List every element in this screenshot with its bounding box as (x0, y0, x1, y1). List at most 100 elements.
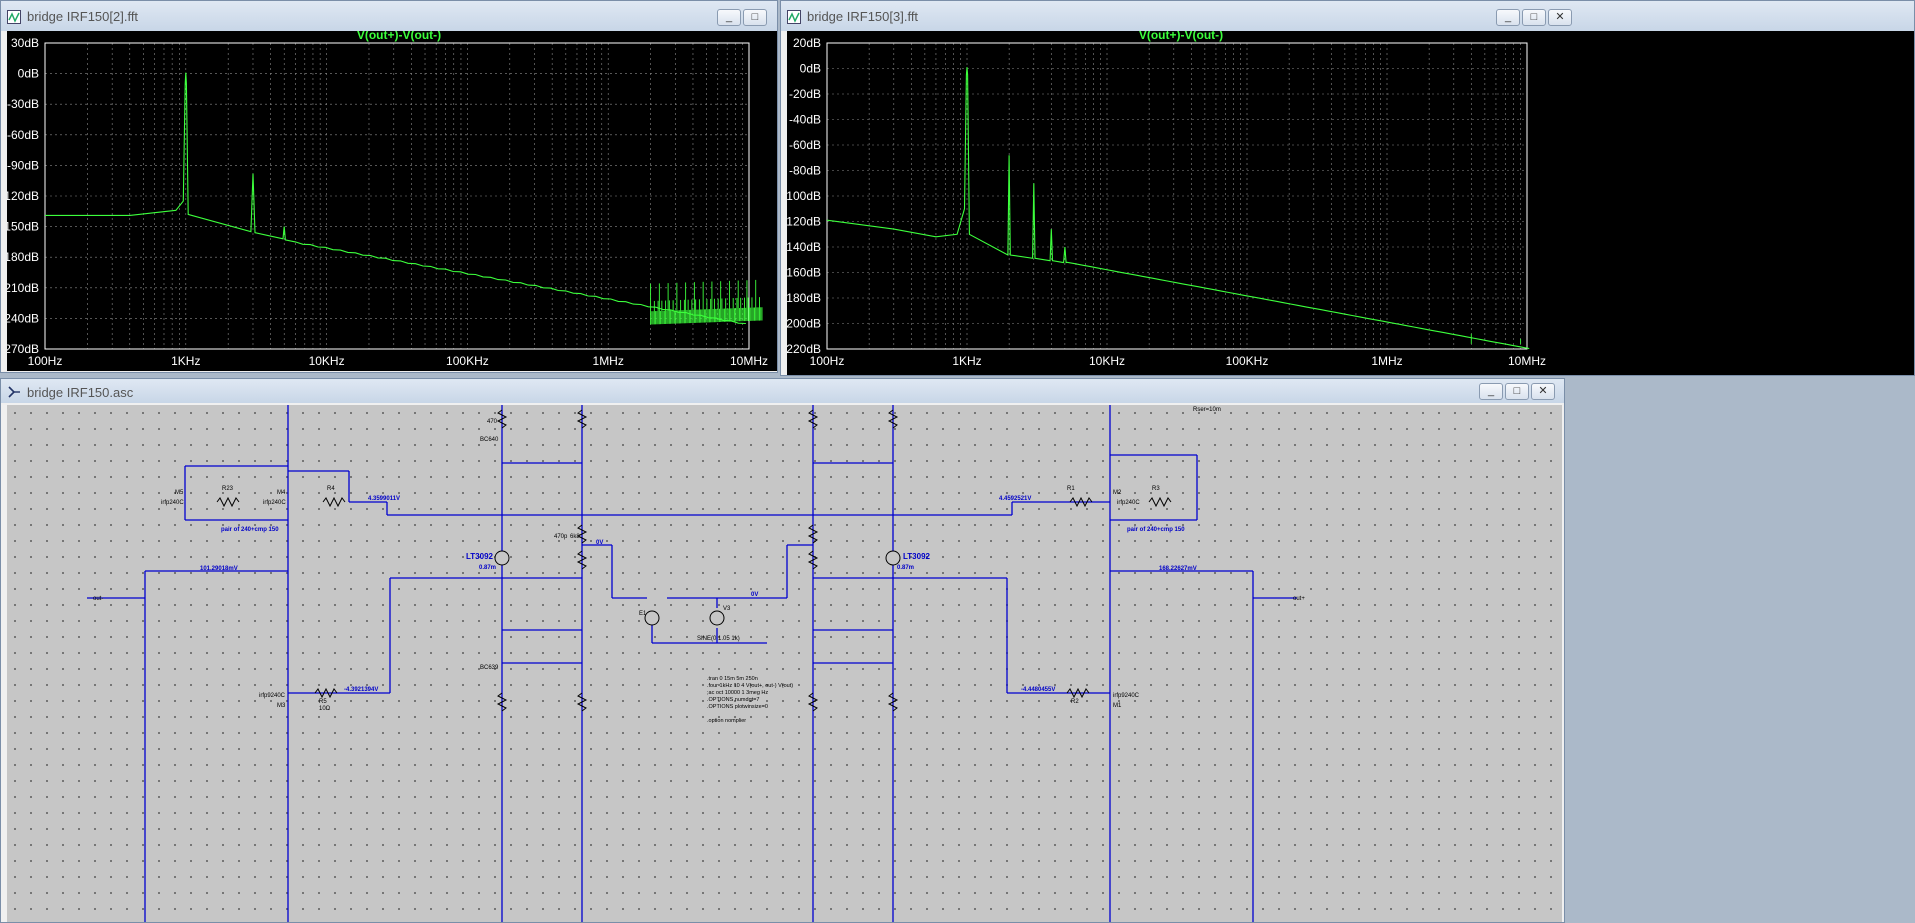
label-c470p: 470p (554, 534, 568, 540)
label-sine: SINE(0 1.05 1k) (697, 636, 740, 642)
trace-label[interactable]: V(out+)-V(out-) (1139, 28, 1223, 42)
waveform-icon (787, 10, 801, 24)
fft-window-1-titlebar[interactable]: bridge IRF150[2].fft _ □ (1, 1, 777, 31)
waveform-icon (7, 10, 21, 24)
y-tick-label: 20dB (793, 36, 821, 50)
label-irfp9240c-2: irfp9240C (1113, 693, 1140, 699)
minimize-button[interactable]: _ (1496, 9, 1520, 26)
trace-label[interactable]: V(out+)-V(out-) (357, 28, 441, 42)
schematic-window-titlebar[interactable]: bridge IRF150.asc _ □ ✕ (1, 379, 1564, 403)
directive-4[interactable]: .OPTIONS numdgt=7 (707, 697, 759, 703)
fft-window-2-titlebar[interactable]: bridge IRF150[3].fft _ □ ✕ (781, 1, 1914, 31)
x-tick-label: 1MHz (593, 354, 624, 368)
pair-label-right: pair of 240+cmp 150 (1127, 527, 1185, 533)
schematic-canvas[interactable]: out- out+ M5 irfp240C M4 irfp240C R23 R4… (7, 405, 1562, 922)
lt3092-right: LT3092 (903, 552, 931, 561)
voltage-left-bot: -4.3921394V (344, 687, 378, 693)
x-tick-label: 1MHz (1371, 354, 1402, 368)
x-tick-label: 1KHz (171, 354, 200, 368)
y-tick-label: -140dB (787, 240, 821, 254)
y-tick-label: -150dB (7, 220, 39, 234)
x-tick-label: 100KHz (1226, 354, 1269, 368)
label-out-minus: out- (93, 596, 103, 602)
x-tick-label: 10KHz (1089, 354, 1125, 368)
voltage-right-mid: 168.22627mV (1159, 566, 1197, 572)
fft-window-1[interactable]: bridge IRF150[2].fft _ □ V(out+)-V(out-)… (0, 0, 778, 373)
y-tick-label: -80dB (789, 164, 821, 178)
y-tick-label: -60dB (7, 128, 39, 142)
y-tick-label: 30dB (11, 36, 39, 50)
label-out-plus: out+ (1293, 596, 1305, 602)
fft-plot-area-2[interactable]: V(out+)-V(out-) 20dB 0dB -20dB -40dB -60dB -8… (782, 28, 1914, 375)
label-irfp240c-1: irfp240C (161, 500, 184, 506)
fft-plot-2: V(out+)-V(out-) 20dB 0dB -20dB -40dB -60dB -8… (782, 28, 1546, 368)
y-tick-label: -180dB (7, 250, 39, 264)
label-m4: M4 (277, 490, 286, 496)
directive-5[interactable]: .OPTIONS plotwinsize=0 (707, 704, 768, 710)
y-tick-label: -120dB (7, 189, 39, 203)
voltage-zero-1: 0V (596, 540, 603, 546)
fft-trace[interactable] (826, 67, 1530, 350)
maximize-button[interactable]: □ (1505, 383, 1529, 400)
fft-plot-1: V(out+)-V(out-) 30dB 0dB -30dB -60dB -90dB -1… (0, 28, 768, 368)
maximize-button[interactable]: □ (1522, 9, 1546, 26)
directive-3[interactable]: ;ac oct 10000 1 3meg Hz (707, 690, 768, 696)
label-e1: E1 (639, 611, 647, 617)
y-tick-label: -240dB (7, 311, 39, 325)
label-irfp240c-3: irfp240C (1117, 500, 1140, 506)
x-tick-label: 100KHz (446, 354, 489, 368)
directive-2[interactable]: .four 1kHz 10 4 V(out+, out-) V(out) (707, 683, 793, 689)
y-tick-label: 0dB (800, 62, 821, 76)
fft-trace[interactable] (45, 72, 746, 325)
y-tick-label: -160dB (787, 266, 821, 280)
label-rser: Rser=10m (1193, 407, 1221, 413)
x-tick-label: 100Hz (28, 354, 63, 368)
y-tick-label: -90dB (7, 158, 39, 172)
y-tick-label: -210dB (7, 281, 39, 295)
voltage-zero-2: 0V (751, 592, 758, 598)
schematic-title: bridge IRF150.asc (27, 385, 134, 400)
label-v3: V3 (723, 606, 731, 612)
voltage-right-bot: -4.4480455V (1021, 687, 1055, 693)
y-tick-label: 0dB (18, 67, 39, 81)
label-r4: R4 (327, 486, 335, 492)
label-bc640: BC640 (480, 437, 499, 443)
label-c6k8: 6k8 (570, 534, 580, 540)
x-tick-label: 100Hz (810, 354, 845, 368)
schematic-drawing: out- out+ M5 irfp240C M4 irfp240C R23 R4… (87, 405, 1305, 922)
label-m1: M1 (1113, 703, 1122, 709)
y-tick-label: -20dB (789, 87, 821, 101)
label-r3: R3 (1152, 486, 1160, 492)
pair-label-left: pair of 240+cmp 150 (221, 527, 279, 533)
close-button[interactable]: ✕ (1548, 9, 1572, 26)
voltage-right-top: 4.4592521V (999, 496, 1031, 502)
directive-7[interactable]: .option nomplier (707, 718, 746, 724)
y-tick-label: -40dB (789, 113, 821, 127)
fft-window-2-title: bridge IRF150[3].fft (807, 9, 919, 24)
fft-plot-area-1[interactable]: V(out+)-V(out-) 30dB 0dB -30dB -60dB -90dB -1… (0, 28, 777, 371)
y-tick-label: -200dB (787, 317, 821, 331)
i-right: 0.87m (897, 565, 914, 571)
directive-1[interactable]: .tran 0 15m 5m 250n (707, 676, 758, 682)
label-irfp9240c-1: irfp9240C (259, 693, 286, 699)
label-r470: 470 (487, 419, 498, 425)
close-button[interactable]: ✕ (1531, 383, 1555, 400)
x-tick-label: 1KHz (952, 354, 981, 368)
label-m5: M5 (175, 490, 184, 496)
schematic-icon (8, 386, 20, 398)
label-r5: R5 (319, 699, 327, 705)
schematic-window[interactable]: bridge IRF150.asc _ □ ✕ out- out+ M5 irf… (0, 378, 1565, 923)
maximize-button[interactable]: □ (743, 9, 767, 26)
x-tick-label: 10KHz (309, 354, 345, 368)
voltage-left-mid: 101.29018mV (200, 566, 238, 572)
label-bc639: BC639 (480, 665, 499, 671)
x-tick-label: 10MHz (1508, 354, 1546, 368)
label-r2: R2 (1071, 699, 1079, 705)
y-tick-label: -60dB (789, 138, 821, 152)
fft-window-2[interactable]: bridge IRF150[3].fft _ □ ✕ V(out+)-V(out… (780, 0, 1915, 376)
x-tick-label: 10MHz (730, 354, 768, 368)
minimize-button[interactable]: _ (717, 9, 741, 26)
y-tick-label: -100dB (787, 189, 821, 203)
i-left: 0.87m (479, 565, 496, 571)
minimize-button[interactable]: _ (1479, 383, 1503, 400)
